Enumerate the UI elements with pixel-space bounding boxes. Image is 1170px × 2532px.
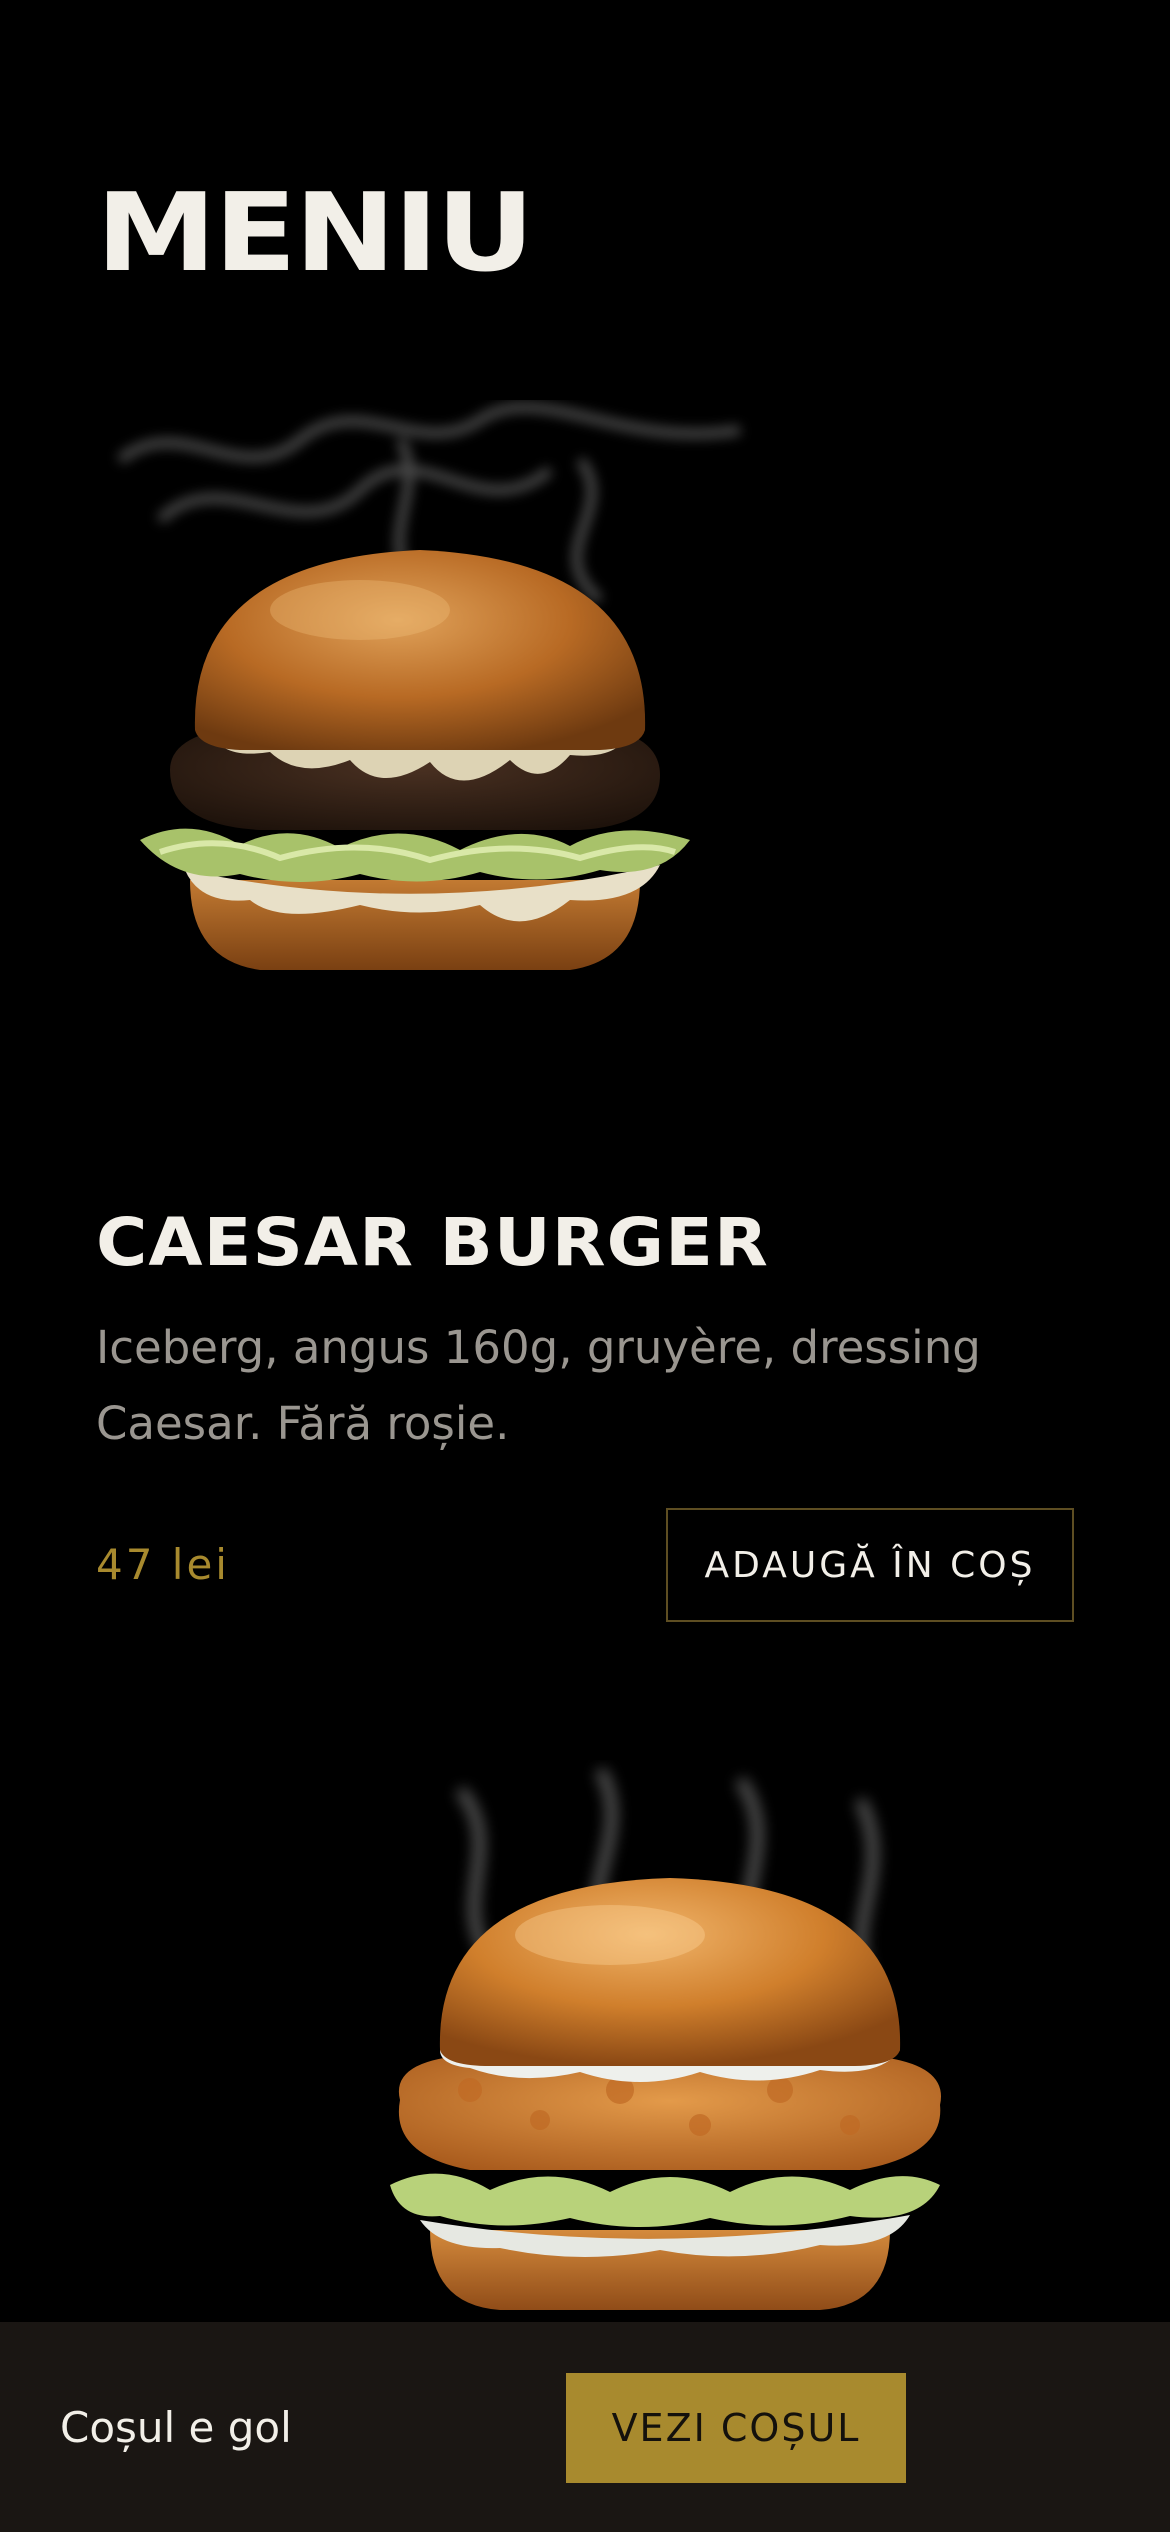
chicken-burger-image [390, 1767, 941, 2310]
cart-status: Coșul e gol [60, 2403, 292, 2452]
product-description: Iceberg, angus 160g, gruyère, dressing C… [96, 1321, 981, 1450]
caesar-burger-image [116, 402, 741, 970]
add-to-cart-button[interactable]: ADAUGĂ ÎN COȘ [666, 1508, 1074, 1622]
product-name: CAESAR BURGER [96, 1204, 769, 1281]
view-cart-button[interactable]: VEZI COȘUL [566, 2373, 906, 2483]
page-title: MENIU [96, 171, 534, 296]
product-price: 47 lei [96, 1540, 230, 1589]
